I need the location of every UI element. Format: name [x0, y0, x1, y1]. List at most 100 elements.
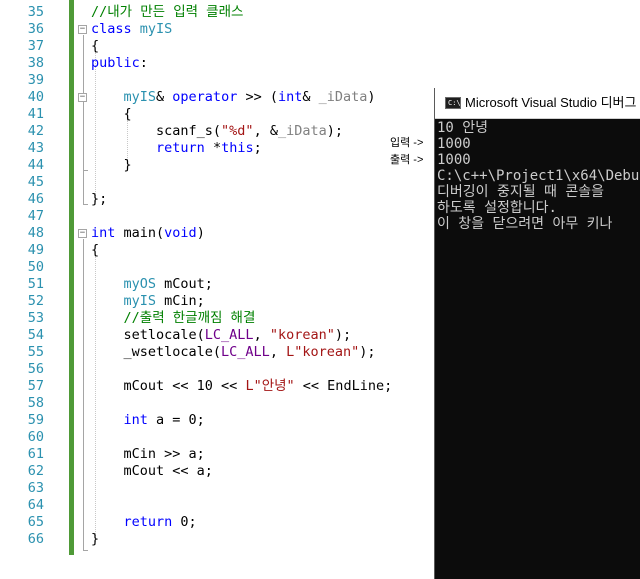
line-number: 37: [27, 38, 44, 54]
code-token: myIS: [123, 293, 157, 309]
line-number: 61: [27, 446, 44, 462]
line-number: 44: [27, 157, 44, 173]
fold-guide-class: [83, 35, 84, 205]
code-line[interactable]: mCout << a;: [91, 463, 213, 480]
line-number: 40: [27, 89, 44, 105]
line-number: 54: [27, 327, 44, 343]
code-token: ;: [253, 140, 262, 156]
code-line[interactable]: return 0;: [91, 514, 197, 531]
debug-console-window[interactable]: C:\ Microsoft Visual Studio 디버그 콘 10 안녕 1…: [434, 88, 640, 579]
code-line[interactable]: mCin >> a;: [91, 446, 205, 463]
code-line[interactable]: class myIS: [91, 21, 172, 38]
code-line[interactable]: int main(void): [91, 225, 205, 242]
code-token: :: [139, 55, 148, 71]
code-line[interactable]: {: [91, 38, 99, 55]
console-output: 10 안녕 1000 1000 C:\c++\Project1\x64\Debug\ 디…: [437, 120, 640, 232]
code-token: }: [91, 157, 132, 173]
console-title: Microsoft Visual Studio 디버그 콘: [465, 95, 640, 110]
code-token: _iData: [277, 123, 327, 139]
code-token: {: [91, 242, 100, 258]
line-number: 55: [27, 344, 44, 360]
collapse-class-icon[interactable]: −: [78, 25, 87, 34]
code-line[interactable]: //출력 한글깨짐 해결: [91, 310, 256, 327]
line-number: 60: [27, 429, 44, 445]
code-token: _iData: [318, 89, 368, 105]
code-line[interactable]: {: [91, 106, 132, 123]
code-token: };: [91, 191, 108, 207]
code-token: mCin >> a;: [91, 446, 205, 462]
code-token: {: [91, 38, 100, 54]
console-output-line: C:\c++\Project1\x64\Debug\: [437, 168, 640, 184]
code-token: class: [91, 21, 132, 37]
code-token: operator: [172, 89, 238, 105]
fold-end-operator: [83, 170, 88, 171]
code-line[interactable]: return *this;: [91, 140, 262, 157]
code-token: >> (: [237, 89, 278, 105]
change-tracking-bar: [69, 0, 74, 555]
code-line[interactable]: }: [91, 531, 99, 548]
fold-end-main: [83, 550, 88, 551]
line-number: 57: [27, 378, 44, 394]
code-token: L"korean": [286, 344, 360, 360]
line-number: 53: [27, 310, 44, 326]
code-line[interactable]: public:: [91, 55, 148, 72]
code-token: , &: [253, 123, 278, 139]
code-line[interactable]: myOS mCout;: [91, 276, 213, 293]
code-token: mCout << 10 <<: [91, 378, 246, 394]
code-line[interactable]: mCout << 10 << L"안녕" << EndLine;: [91, 378, 393, 395]
code-token: );: [359, 344, 376, 360]
fold-end-class: [83, 204, 88, 205]
code-token: "korean": [269, 327, 335, 343]
code-token: int: [277, 89, 303, 105]
code-line[interactable]: scanf_s("%d", &_iData);: [91, 123, 343, 140]
code-token: public: [91, 55, 140, 71]
code-line[interactable]: myIS mCin;: [91, 293, 205, 310]
code-line[interactable]: //내가 만든 입력 클래스: [91, 4, 243, 21]
line-number: 58: [27, 395, 44, 411]
code-token: }: [91, 531, 100, 547]
line-number: 59: [27, 412, 44, 428]
code-line[interactable]: myIS& operator >> (int& _iData): [91, 89, 376, 106]
console-titlebar[interactable]: C:\ Microsoft Visual Studio 디버그 콘: [435, 88, 640, 119]
code-token: this: [221, 140, 254, 156]
code-line[interactable]: setlocale(LC_ALL, "korean");: [91, 327, 352, 344]
code-token: int: [91, 225, 116, 241]
console-output-line: 1000: [437, 136, 471, 152]
code-token: L"안녕": [245, 378, 295, 394]
line-number-gutter: 35 36 37 38 39 40 41 42 43 44 45 46 47 48 49 50 51 52 53 54…: [0, 0, 50, 579]
line-number: 41: [27, 106, 44, 122]
line-number: 47: [27, 208, 44, 224]
console-output-line: 하도록 설정합니다.: [437, 200, 557, 216]
code-token: {: [91, 106, 132, 122]
code-token: main(: [115, 225, 165, 241]
line-number: 38: [27, 55, 44, 71]
line-number: 62: [27, 463, 44, 479]
line-number: 45: [27, 174, 44, 190]
input-annotation: 입력 ->: [390, 137, 424, 149]
code-token: mCin;: [156, 293, 205, 309]
code-line[interactable]: };: [91, 191, 107, 208]
code-token: //출력 한글깨짐 해결: [123, 310, 256, 326]
code-line[interactable]: _wsetlocale(LC_ALL, L"korean");: [91, 344, 376, 361]
code-token: scanf_s(: [91, 123, 222, 139]
code-line[interactable]: {: [91, 242, 99, 259]
code-token: myOS: [123, 276, 157, 292]
code-line[interactable]: }: [91, 157, 132, 174]
code-token: myIS: [123, 89, 157, 105]
console-app-icon: C:\: [445, 97, 461, 109]
code-token: ,: [269, 344, 287, 360]
code-token: ,: [253, 327, 270, 343]
collapse-main-icon[interactable]: −: [78, 229, 87, 238]
code-token: int: [123, 412, 148, 428]
collapse-operator-icon[interactable]: −: [78, 93, 87, 102]
code-line[interactable]: int a = 0;: [91, 412, 205, 429]
line-number: 39: [27, 72, 44, 88]
output-annotation: 출력 ->: [390, 154, 424, 166]
code-token: );: [334, 327, 352, 343]
